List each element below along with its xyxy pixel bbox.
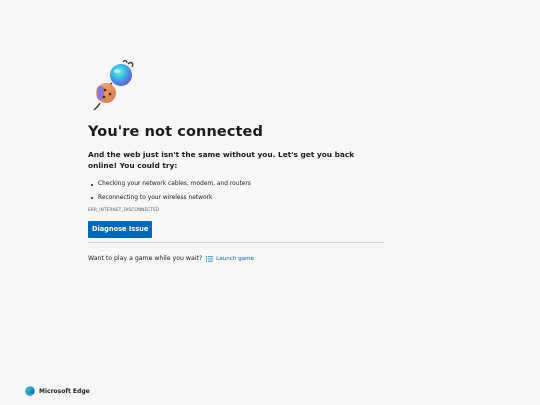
launch-game-link[interactable]: Launch game (206, 256, 254, 262)
divider (88, 242, 384, 243)
edge-logo-icon (25, 386, 35, 396)
error-page: You're not connected And the web just is… (0, 0, 540, 405)
game-list-icon (206, 255, 214, 262)
footer: Microsoft Edge (25, 386, 90, 396)
page-title: You're not connected (88, 124, 263, 140)
error-code: ERR_INTERNET_DISCONNECTED (88, 208, 160, 213)
footer-brand-label: Microsoft Edge (39, 387, 90, 395)
game-row: Want to play a game while you wait? Laun… (88, 255, 384, 262)
suggestions-list: Checking your network cables, modem, and… (88, 181, 384, 202)
page-subtitle: And the web just isn't the same without … (88, 150, 355, 170)
launch-game-label: Launch game (216, 255, 255, 262)
error-content: You're not connected And the web just is… (88, 58, 384, 262)
unplugged-plug-icon (93, 60, 134, 111)
suggestion-item: Checking your network cables, modem, and… (91, 181, 384, 188)
diagnose-button[interactable]: Diagnose Issue (88, 221, 153, 238)
game-prompt: Want to play a game while you wait? (88, 255, 203, 262)
suggestion-item: Reconnecting to your wireless network (91, 195, 384, 202)
